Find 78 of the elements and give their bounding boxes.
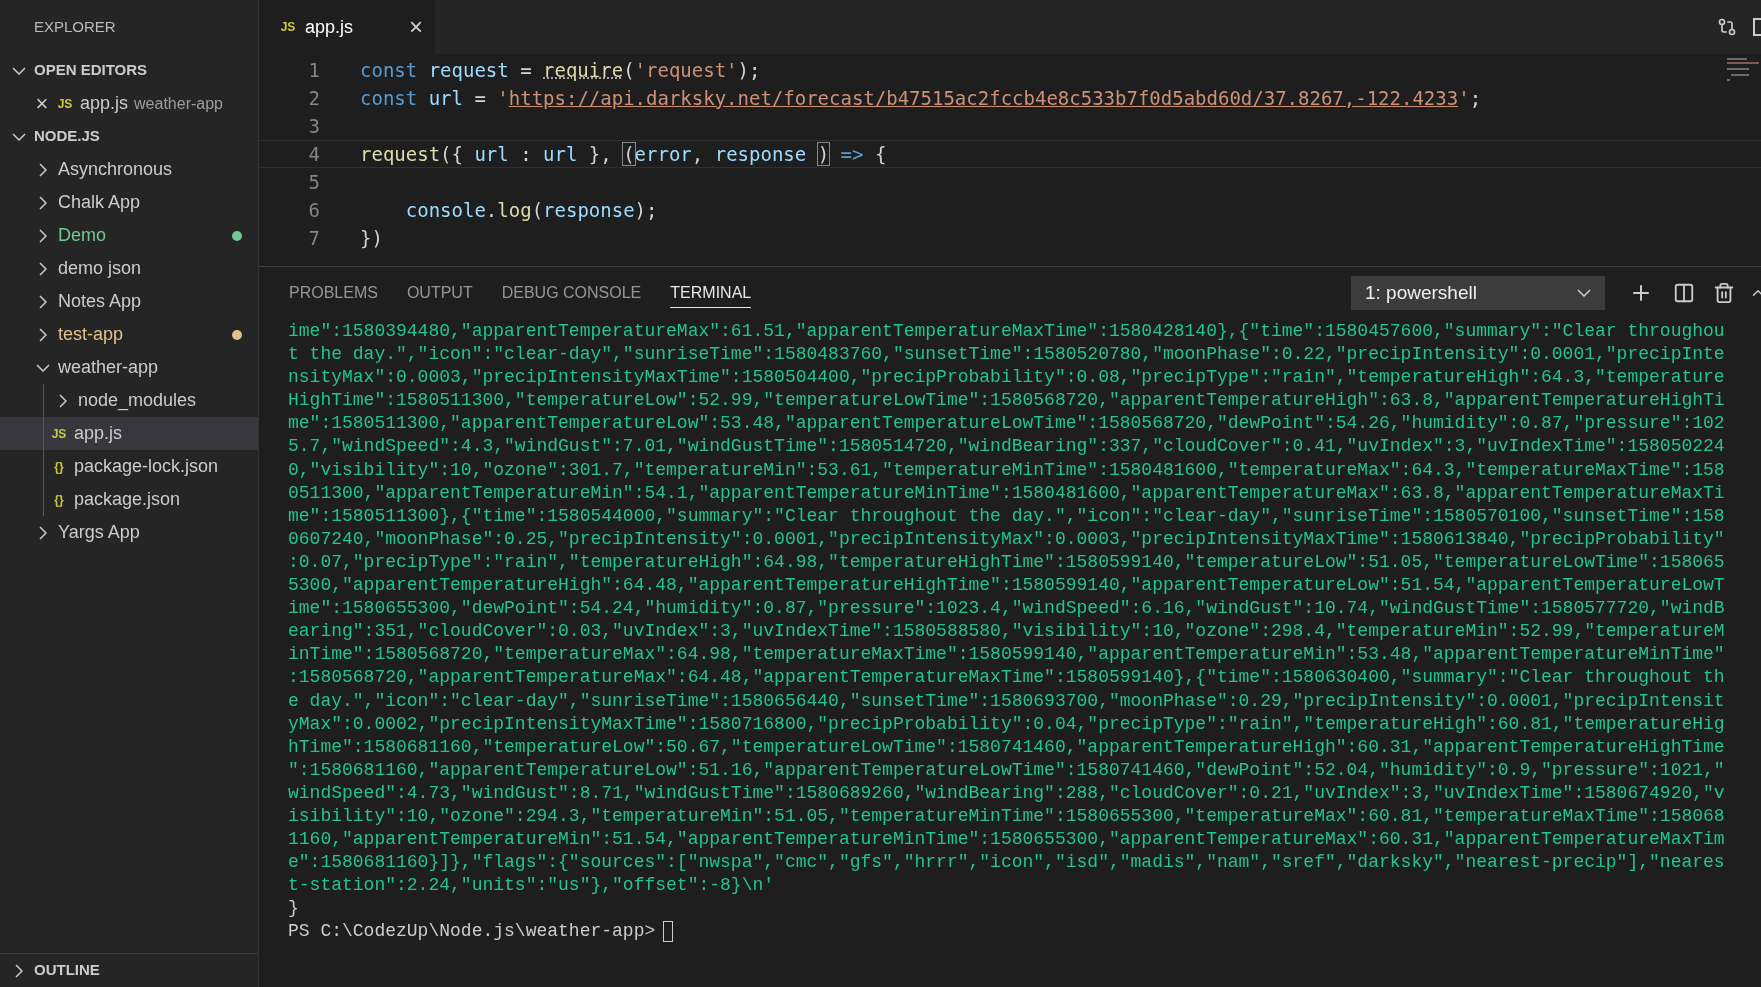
terminal-output-line: hTime":1580681160,"temperatureLow":50.67,"temperatureLowTime":1580741460,"apparentTemperatureHigh":60.31,"apparentTemperatureHighTime <box>288 735 1725 759</box>
more-actions-icon[interactable] <box>1753 18 1761 36</box>
js-file-icon: JS <box>56 94 74 113</box>
terminal-output-line: isibility":10,"ozone":294.3,"temperatureMin":51.05,"temperatureMinTime":1580655300,"temperatureMax":60.81,"temperatureMaxTime":158068 <box>288 804 1725 828</box>
terminal-select[interactable]: 1: powershell <box>1351 276 1605 310</box>
terminal-output-line: yMax":0.0002,"precipIntensityMaxTime":1580716800,"precipProbability":0.04,"precipType":"rain","temperatureHigh":60.81,"temperatureHig <box>288 712 1725 736</box>
code-line: const request = require('request'); <box>360 57 761 83</box>
folder-item[interactable]: Asynchronous <box>0 153 258 186</box>
panel-tab[interactable]: OUTPUT <box>406 278 473 308</box>
terminal-output-line: earing":351,"cloudCover":0.03,"uvIndex":3,"uvIndexTime":1580588580,"visibility":10,"ozone":298.4,"temperatureMin":52.99,"temperatureM <box>288 620 1725 644</box>
terminal-output-line: :0.07,"precipType":"rain","temperatureHigh":64.98,"temperatureHighTime":1580599140,"temperatureLow":51.05,"temperatureLowTime":158065 <box>288 550 1725 574</box>
terminal-output-line: nsityMax":0.0003,"precipIntensityMaxTime":1580504400,"precipProbability":0.08,"precipType":"rain","temperatureHigh":64.3,"temperature <box>288 366 1725 390</box>
terminal-output-line: inTime":1580568720,"temperatureMax":64.98,"temperatureMaxTime":1580599140,"apparentTemperatureMin":53.48,"apparentTemperatureMinTime" <box>288 643 1725 667</box>
js-file-icon: JS <box>50 424 68 443</box>
sidebar-title: EXPLORER <box>34 16 116 37</box>
panel-tab[interactable]: TERMINAL <box>670 278 752 308</box>
terminal-prompt: PS C:\CodezUp\Node.js\weather-app> <box>288 920 656 944</box>
chevron-down-icon <box>12 132 26 141</box>
terminal-output-line: me":1580511300,"apparentTemperatureLow":53.48,"apparentTemperatureLowTime":1580568720,"dewPoint":54.26,"humidity":0.87,"pressure":102 <box>288 412 1725 436</box>
section-header[interactable]: NODE.JS <box>0 120 258 153</box>
line-number: 3 <box>307 113 321 139</box>
terminal-output-line: t the day.","icon":"clear-day","sunriseTime":1580483760,"sunsetTime":1580520780,"moonPhase":0.22,"precipIntensity":0.0001,"precipInte <box>288 343 1725 367</box>
section-header[interactable]: OUTLINE <box>0 954 258 987</box>
terminal-output-line: HighTime":1580511300,"temperatureLow":52.99,"temperatureLowTime":1580568720,"apparentTemperatureHigh":63.8,"apparentTemperatureHighTi <box>288 389 1725 413</box>
terminal-output-line: 0607240,"moonPhase":0.25,"precipIntensity":0.0001,"precipIntensityMax":0.0003,"precipIntensityMaxTime":1580613840,"precipProbability" <box>288 527 1725 551</box>
line-number: 5 <box>307 169 321 195</box>
terminal-cursor <box>663 921 674 943</box>
panel-tab[interactable]: DEBUG CONSOLE <box>501 278 642 308</box>
panel-tab[interactable]: PROBLEMS <box>289 278 378 308</box>
code-line: console.log(response); <box>404 197 658 223</box>
folder-item[interactable]: Chalk App <box>0 186 258 219</box>
terminal-output-line: me":1580511300},{"time":1580544000,"summary":"Clear throughout the day.","icon":"clear-day","sunriseTime":1580570100,"sunsetTime":158 <box>288 504 1725 528</box>
chevron-down-icon <box>12 66 26 75</box>
line-number: 7 <box>307 225 321 251</box>
folder-item[interactable]: Demo <box>0 219 258 252</box>
file-item[interactable]: {} package-lock.json <box>0 450 258 483</box>
terminal-output-line: e day.","icon":"clear-day","sunriseTime":1580656440,"sunsetTime":1580693700,"moonPhase":0.29,"precipIntensity":0.0001,"precipIntensit <box>288 689 1725 713</box>
terminal-output-line: 1160,"apparentTemperatureMin":51.54,"apparentTemperatureMinTime":1580655300,"apparentTemperatureMax":60.31,"apparentTemperatureMaxTim <box>288 828 1725 852</box>
code-line: request({ url : url }, (error, response ) => { <box>360 141 887 167</box>
line-number: 2 <box>307 85 321 111</box>
terminal-output-line: ":1580681160,"apparentTemperatureLow":51.16,"apparentTemperatureLowTime":1580741460,"dewPoint":52.04,"humidity":0.9,"pressure":1021," <box>288 758 1725 782</box>
trash-icon[interactable] <box>1713 282 1735 304</box>
terminal-output-line: } <box>288 897 299 921</box>
section-header[interactable]: OPEN EDITORS <box>0 54 258 87</box>
terminal-output-line: 5300,"apparentTemperatureHigh":64.48,"apparentTemperatureHighTime":1580599140,"apparentTemperatureLow":51.54,"apparentTemperatureLowT <box>288 574 1725 598</box>
split-icon[interactable] <box>1673 282 1695 304</box>
json-file-icon: {} <box>50 490 68 509</box>
line-number: 1 <box>307 57 321 83</box>
terminal-output-line: e":1580681160}]},"flags":{"sources":["nwspa","cmc","gfs","hrrr","icon","isd","madis","nam","sref","darksky","nearest-precip"],"neares <box>288 851 1725 875</box>
compare-icon[interactable] <box>1717 17 1737 37</box>
terminal-output-line: windSpeed":4.73,"windGust":8.71,"windGustTime":1580689260,"windBearing":288,"cloudCover":0.21,"uvIndex":3,"uvIndexTime":1580674920,"v <box>288 781 1725 805</box>
file-item[interactable]: {} package.json <box>0 483 258 516</box>
folder-item[interactable]: node_modules <box>0 384 258 417</box>
folder-item[interactable]: Notes App <box>0 285 258 318</box>
terminal-output-line: :1580568720,"apparentTemperatureMax":64.48,"apparentTemperatureMaxTime":1580599140},{"time":1580630400,"summary":"Clear throughout th <box>288 666 1725 690</box>
json-file-icon: {} <box>50 457 68 476</box>
js-file-icon: JS <box>279 18 297 36</box>
chevron-right-icon <box>15 963 23 978</box>
chevron-down-icon <box>1577 289 1591 297</box>
file-item[interactable]: JS app.js <box>0 417 258 450</box>
folder-item[interactable]: test-app <box>0 318 258 351</box>
folder-item[interactable]: weather-app <box>0 351 258 384</box>
terminal-output-line: ime":1580394480,"apparentTemperatureMax":61.51,"apparentTemperatureMaxTime":1580428140},{"time":1580457600,"summary":"Clear throughou <box>288 320 1725 343</box>
code-line: }) <box>360 225 383 251</box>
close-button[interactable]: × <box>34 92 50 115</box>
terminal-output-line: t-station":2.24,"units":"us"},"offset":-8}\n' <box>288 874 775 898</box>
terminal-output-line: ime":1580655300,"dewPoint":54.24,"humidity":0.87,"pressure":1023.4,"windSpeed":6.16,"windGust":10.74,"windGustTime":1580577720,"windB <box>288 597 1725 621</box>
folder-item[interactable]: Yargs App <box>0 516 258 549</box>
terminal-output-line: 5.7,"windSpeed":4.3,"windGust":7.01,"windGustTime":1580514720,"windBearing":337,"cloudCover":0.41,"uvIndex":3,"uvIndexTime":158050224 <box>288 435 1725 459</box>
close-button[interactable]: × <box>409 15 423 39</box>
editor-tab[interactable]: JS app.js × <box>259 0 435 54</box>
open-editor-item[interactable]: × JS app.js weather-app <box>0 87 258 120</box>
terminal-output-line: 0511300,"apparentTemperatureMin":54.1,"apparentTemperatureMinTime":1580481600,"apparentTemperatureMax":63.8,"apparentTemperatureMaxTi <box>288 481 1725 505</box>
folder-item[interactable]: demo json <box>0 252 258 285</box>
code-line: const url = 'https://api.darksky.net/forecast/b47515ac2fccb4e8c533b7f0d5abd60d/37.8267,-122.4233'; <box>360 85 1482 111</box>
terminal-output-line: 0,"visibility":10,"ozone":301.7,"temperatureMin":53.61,"temperatureMinTime":1580481600,"temperatureMax":64.3,"temperatureMaxTime":158 <box>288 458 1725 482</box>
line-number: 4 <box>307 141 321 167</box>
line-number: 6 <box>307 197 321 223</box>
